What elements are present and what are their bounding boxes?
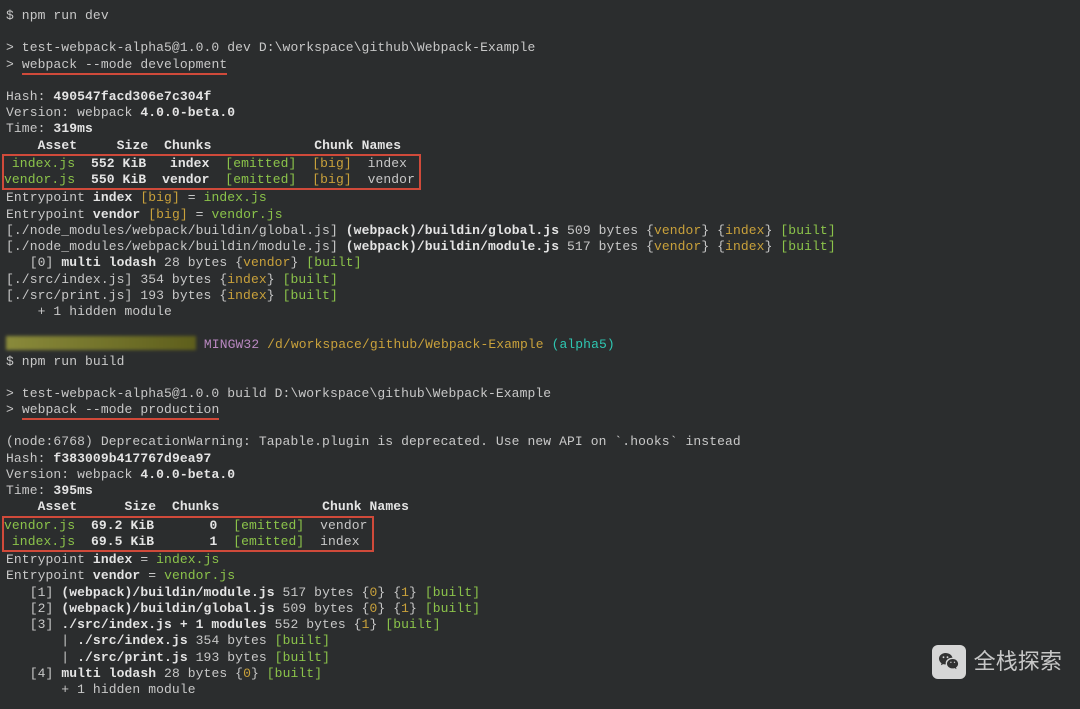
deprecation-warning: (node:6768) DeprecationWarning: Tapable.… [6,434,1074,450]
asset-table-dev: index.js 552 KiB index [emitted] [big] i… [2,154,421,191]
asset-table-build: vendor.js 69.2 KiB 0 [emitted] vendor in… [2,516,374,553]
prompt-line: MINGW32 /d/workspace/github/Webpack-Exam… [6,336,1074,353]
asset-header-dev: Asset Size Chunks Chunk Names [6,138,1074,154]
module-line: [3] ./src/index.js + 1 modules 552 bytes… [6,617,1074,633]
watermark-text: 全栈探索 [974,648,1062,676]
hash-line: Hash: 490547facd306e7c304f [6,89,1074,105]
asset-header-build: Asset Size Chunks Chunk Names [6,499,1074,515]
entrypoint-vendor: Entrypoint vendor [big] = vendor.js [6,207,1074,223]
hash-line: Hash: f383009b417767d9ea97 [6,451,1074,467]
version-line: Version: webpack 4.0.0-beta.0 [6,105,1074,121]
module-line: [./node_modules/webpack/buildin/global.j… [6,223,1074,239]
hidden-module: + 1 hidden module [6,304,1074,320]
module-line: [0] multi lodash 28 bytes {vendor} [buil… [6,255,1074,271]
hidden-module: + 1 hidden module [6,682,1074,698]
script-build-2: > webpack --mode production [6,402,1074,418]
version-line: Version: webpack 4.0.0-beta.0 [6,467,1074,483]
script-dev-1: > test-webpack-alpha5@1.0.0 dev D:\works… [6,40,1074,56]
redacted-user [6,336,196,350]
module-line: [./node_modules/webpack/buildin/module.j… [6,239,1074,255]
watermark: 全栈探索 [932,645,1062,679]
script-build-1: > test-webpack-alpha5@1.0.0 build D:\wor… [6,386,1074,402]
module-line: [2] (webpack)/buildin/global.js 509 byte… [6,601,1074,617]
module-line: [./src/index.js] 354 bytes {index} [buil… [6,272,1074,288]
entrypoint-index: Entrypoint index [big] = index.js [6,190,1074,206]
cmd-dev: $ npm run dev [6,8,1074,24]
wechat-icon [932,645,966,679]
script-dev-2: > webpack --mode development [6,57,1074,73]
module-line: | ./src/print.js 193 bytes [built] [6,650,1074,666]
module-line: [./src/print.js] 193 bytes {index} [buil… [6,288,1074,304]
cmd-build: $ npm run build [6,354,1074,370]
time-line: Time: 395ms [6,483,1074,499]
module-line: | ./src/index.js 354 bytes [built] [6,633,1074,649]
module-line: [1] (webpack)/buildin/module.js 517 byte… [6,585,1074,601]
entrypoint-index: Entrypoint index = index.js [6,552,1074,568]
time-line: Time: 319ms [6,121,1074,137]
entrypoint-vendor: Entrypoint vendor = vendor.js [6,568,1074,584]
module-line: [4] multi lodash 28 bytes {0} [built] [6,666,1074,682]
